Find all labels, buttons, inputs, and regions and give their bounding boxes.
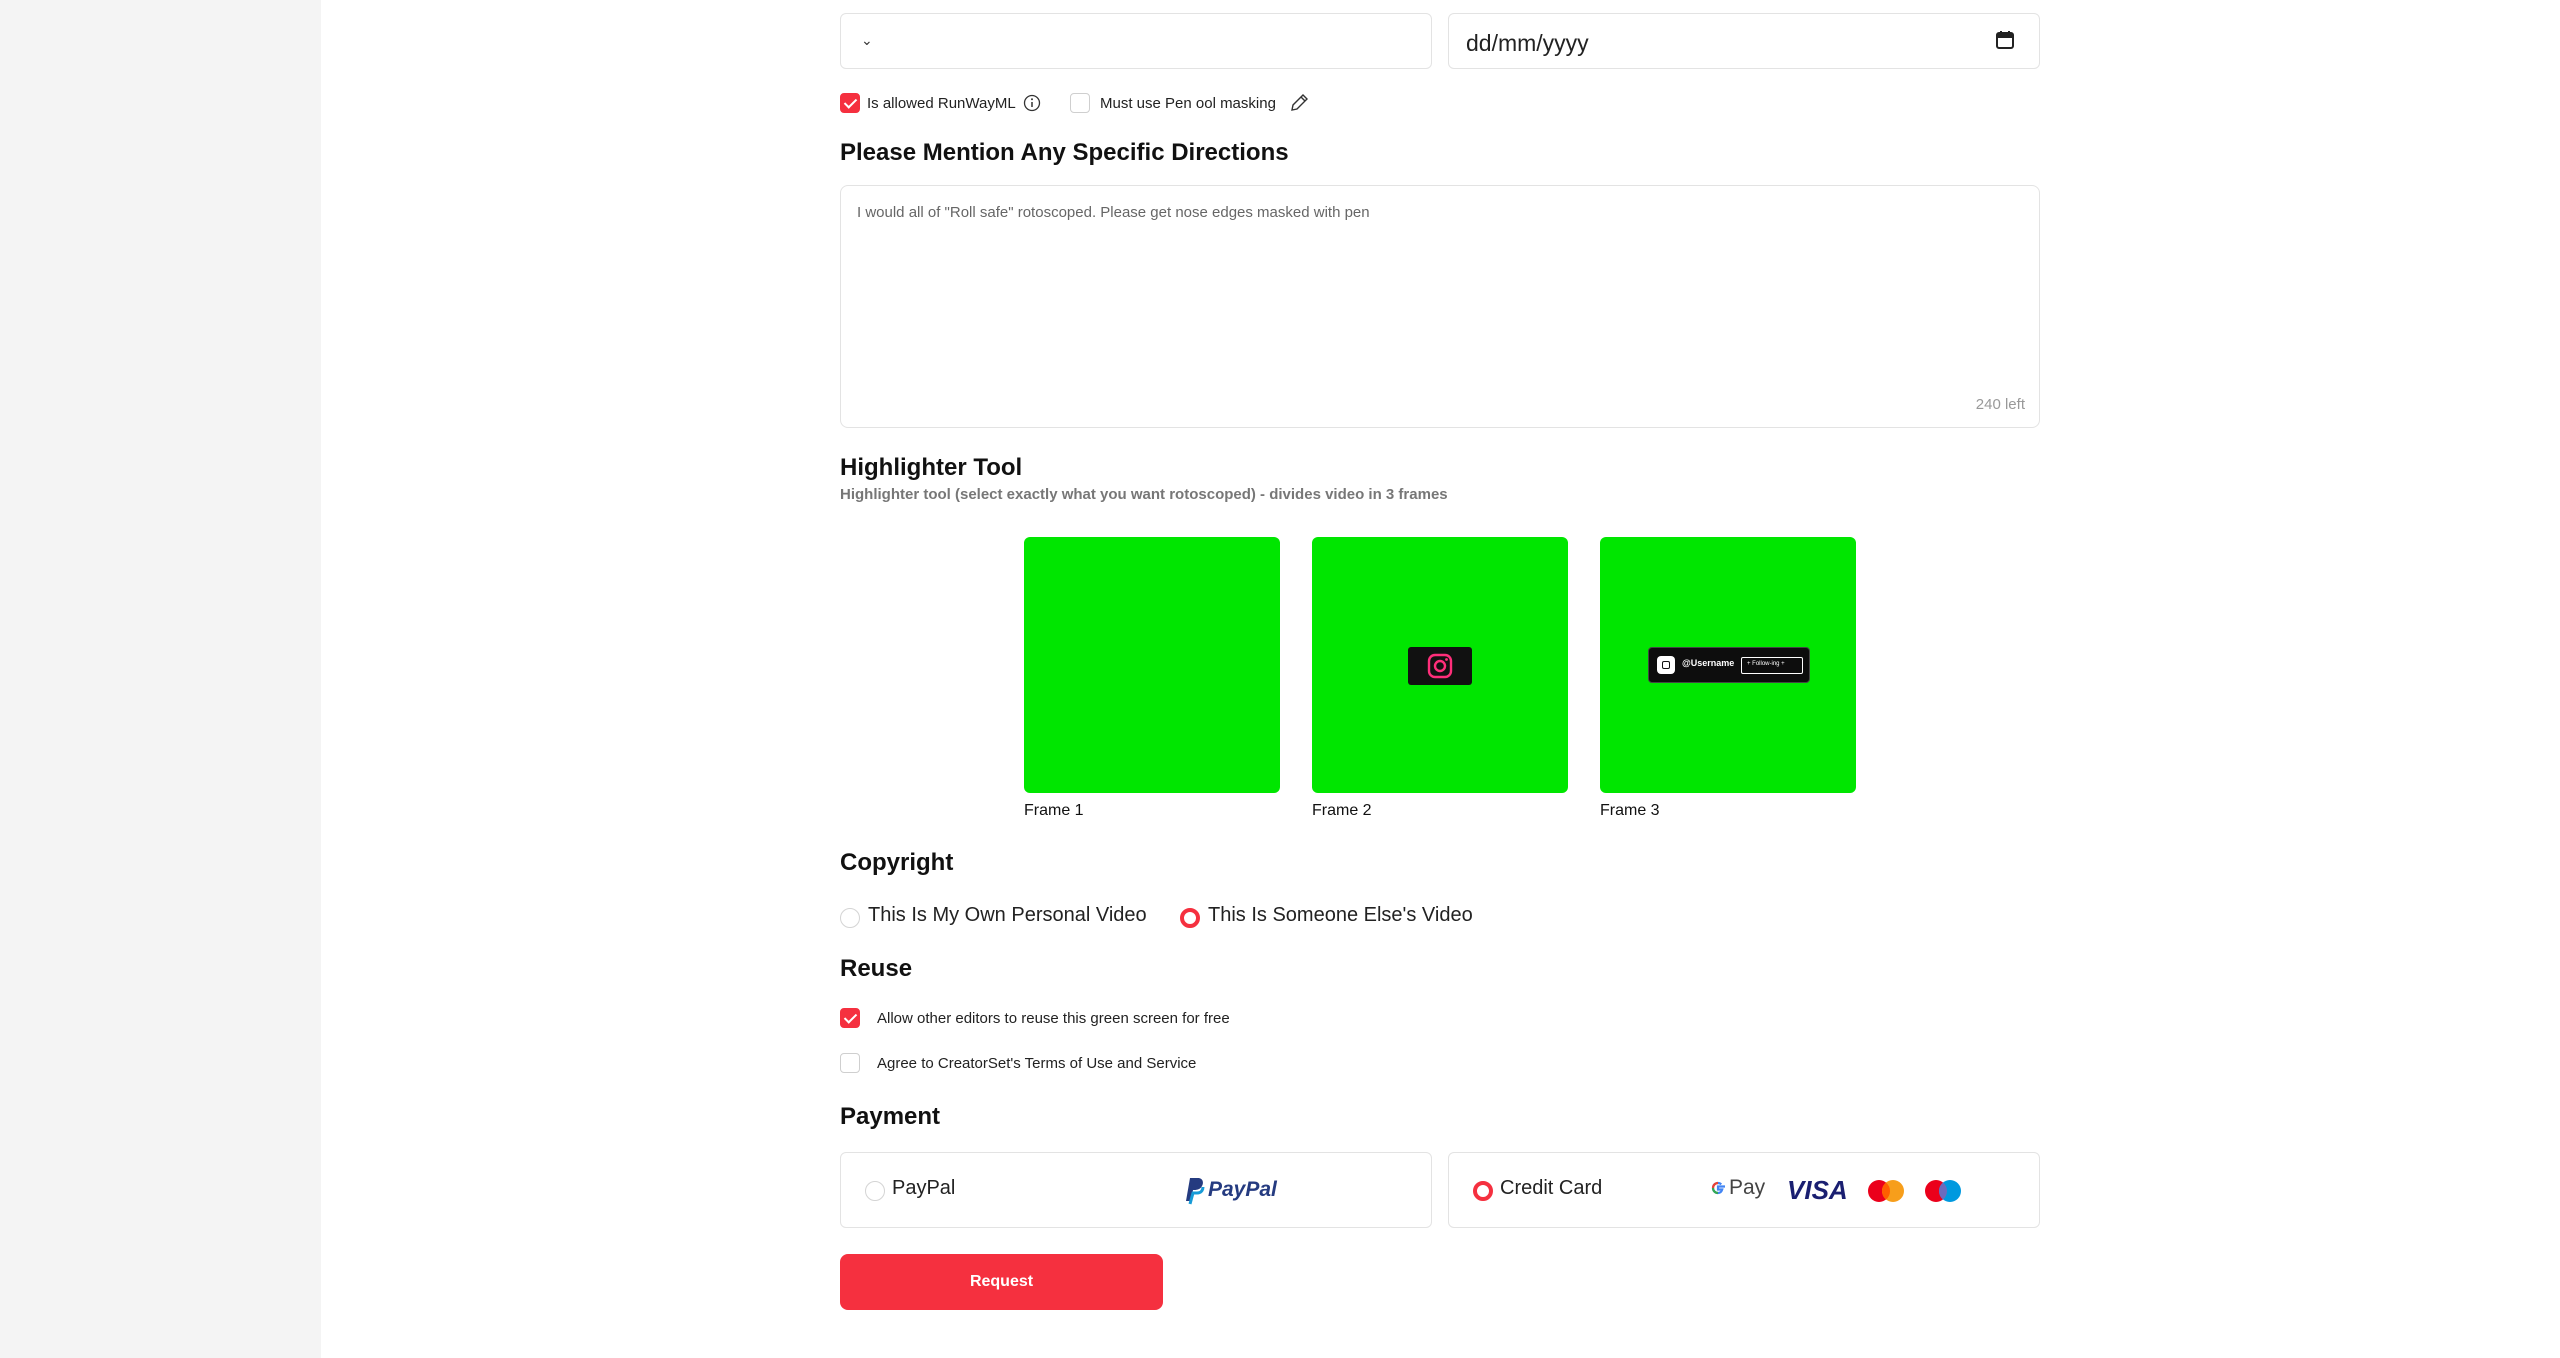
credit-card-radio[interactable]	[1473, 1181, 1493, 1201]
credit-card-option[interactable]: Credit Card Pay VISA	[1448, 1152, 2040, 1228]
frame-2-label: Frame 2	[1312, 802, 1372, 819]
paypal-label: PayPal	[892, 1177, 956, 1199]
date-placeholder: dd/mm/yyyy	[1466, 30, 1589, 56]
badge-username: @Username	[1682, 658, 1735, 668]
google-g-icon	[1711, 1181, 1725, 1195]
runway-label: Is allowed RunWayML	[867, 95, 1016, 112]
directions-title: Please Mention Any Specific Directions	[840, 139, 1289, 166]
paypal-logo-icon	[1186, 1178, 1205, 1205]
sidebar	[0, 0, 321, 1358]
radio-someone-else-video[interactable]	[1180, 908, 1200, 928]
mastercard-icon	[1868, 1180, 1904, 1202]
follow-button: + Follow-ing +	[1741, 657, 1803, 674]
gpay-text: Pay	[1729, 1176, 1766, 1199]
date-input[interactable]: dd/mm/yyyy	[1448, 13, 2040, 69]
reuse-allow-checkbox[interactable]	[840, 1008, 860, 1028]
payment-title: Payment	[840, 1103, 941, 1130]
credit-card-label: Credit Card	[1500, 1177, 1603, 1199]
maestro-icon	[1925, 1180, 1961, 1202]
frame-1[interactable]	[1024, 537, 1280, 793]
copyright-title: Copyright	[840, 849, 954, 876]
directions-text: I would all of "Roll safe" rotoscoped. P…	[857, 204, 1370, 221]
own-video-label: This Is My Own Personal Video	[868, 904, 1147, 926]
instagram-badge	[1408, 647, 1472, 685]
visa-logo: VISA	[1787, 1175, 1848, 1205]
pen-label: Must use Pen ool masking	[1100, 95, 1276, 112]
paypal-logo-text: PayPal	[1208, 1178, 1277, 1201]
chevron-down-icon: ⌄	[861, 32, 873, 48]
terms-checkbox[interactable]	[840, 1053, 860, 1073]
terms-label: Agree to CreatorSet's Terms of Use and S…	[877, 1055, 1197, 1072]
app-icon	[1657, 656, 1675, 674]
radio-own-video[interactable]	[840, 908, 860, 928]
highlighter-title: Highlighter Tool	[840, 454, 1023, 481]
info-icon[interactable]	[1023, 94, 1041, 112]
instagram-icon	[1427, 653, 1453, 679]
reuse-title: Reuse	[840, 955, 913, 982]
paypal-option[interactable]: PayPal PayPal	[840, 1152, 1432, 1228]
frame-3-label: Frame 3	[1600, 802, 1660, 819]
reuse-allow-label: Allow other editors to reuse this green …	[877, 1010, 1230, 1027]
paypal-radio[interactable]	[865, 1181, 885, 1201]
frame-1-label: Frame 1	[1024, 802, 1084, 819]
frame-2[interactable]	[1312, 537, 1568, 793]
character-counter: 240 left	[1975, 396, 2025, 413]
pencil-icon	[1291, 94, 1308, 111]
directions-textarea[interactable]: I would all of "Roll safe" rotoscoped. P…	[840, 185, 2040, 428]
calendar-icon[interactable]	[1995, 30, 2015, 50]
pen-checkbox[interactable]	[1070, 93, 1090, 113]
top-select[interactable]: ⌄	[840, 13, 1432, 69]
request-button[interactable]: Request	[840, 1254, 1163, 1310]
follow-badge: @Username + Follow-ing +	[1648, 647, 1810, 683]
highlighter-subtitle: Highlighter tool (select exactly what yo…	[840, 486, 1448, 503]
runway-checkbox[interactable]	[840, 93, 860, 113]
badge-follow-text: + Follow-ing +	[1747, 661, 1785, 667]
someone-else-video-label: This Is Someone Else's Video	[1208, 904, 1473, 926]
frame-3[interactable]: @Username + Follow-ing +	[1600, 537, 1856, 793]
